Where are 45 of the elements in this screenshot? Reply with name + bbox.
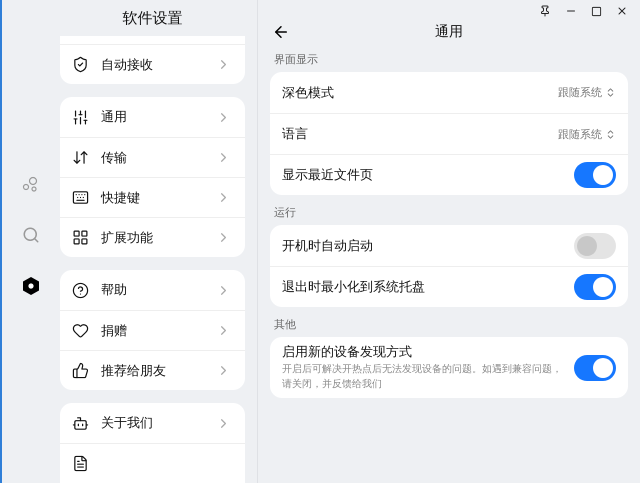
menu-item[interactable]: 捐赠 — [60, 310, 245, 350]
menu-item[interactable]: 快捷键 — [60, 177, 245, 217]
panel-title: 软件设置 — [122, 8, 184, 28]
close-button[interactable] — [616, 5, 628, 17]
setting-label: 退出时最小化到系统托盘 — [282, 279, 426, 296]
menu-item[interactable]: 通用 — [60, 97, 245, 137]
setting-label: 显示最近文件页 — [282, 167, 374, 184]
select-dropdown[interactable]: 跟随系统 — [558, 85, 616, 100]
menu-item[interactable]: 推荐给朋友 — [60, 350, 245, 390]
back-button[interactable] — [272, 23, 290, 41]
pin-button[interactable] — [539, 5, 551, 17]
sliders-icon — [72, 108, 89, 126]
menu-item[interactable]: 传输 — [60, 137, 245, 177]
keyboard-icon — [72, 189, 89, 206]
section-heading: 其他 — [273, 317, 297, 333]
menu-item[interactable]: 扩展功能 — [60, 217, 245, 257]
setting-label: 语言 — [282, 126, 309, 143]
heart-icon — [72, 322, 89, 339]
up-down-caret-icon — [605, 128, 616, 140]
page-title: 通用 — [435, 23, 463, 41]
setting-label: 深色模式 — [282, 84, 335, 102]
toggle-switch[interactable] — [574, 162, 616, 188]
maximize-button[interactable] — [591, 6, 602, 16]
toggle-switch[interactable] — [574, 354, 616, 380]
setting-description: 开启后可解决开热点后无法发现设备的问题。如遇到兼容问题，请关闭，并反馈给我们 — [282, 363, 563, 392]
pin-icon — [539, 5, 551, 17]
help-icon — [72, 282, 89, 298]
grid-icon — [72, 229, 89, 246]
bot-icon — [72, 414, 89, 432]
shield-icon — [72, 56, 89, 73]
menu-item[interactable]: 关于我们 — [60, 403, 245, 443]
transfer-icon — [72, 149, 89, 166]
doc-icon — [72, 455, 89, 472]
close-icon — [616, 5, 628, 17]
section-heading: 界面显示 — [273, 52, 319, 68]
toggle-switch[interactable] — [574, 274, 616, 300]
setting-label: 开机时自动启动 — [282, 238, 374, 254]
menu-item[interactable]: 帮助 — [60, 270, 245, 310]
menu-item[interactable]: 自动接收 — [60, 44, 245, 84]
select-dropdown[interactable]: 跟随系统 — [558, 126, 616, 142]
section-heading: 运行 — [273, 205, 297, 221]
up-down-caret-icon — [605, 87, 616, 98]
maximize-icon — [591, 6, 602, 16]
thumb-icon — [72, 362, 89, 379]
setting-label: 启用新的设备发现方式 — [282, 344, 413, 361]
